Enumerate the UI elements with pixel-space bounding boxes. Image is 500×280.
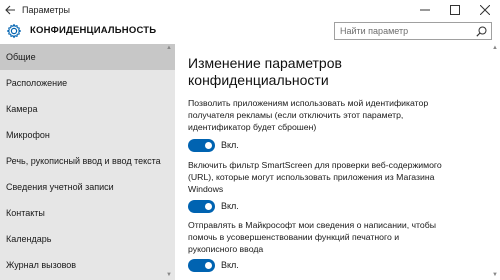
close-icon (480, 5, 490, 15)
sidebar-item-call-history[interactable]: Журнал вызовов (0, 252, 175, 278)
settings-header: КОНФИДЕНЦИАЛЬНОСТЬ (0, 20, 500, 42)
setting-description: Отправлять в Майкрософт мои сведения о н… (188, 220, 436, 254)
toggle-state-label: Вкл. (221, 140, 239, 150)
sidebar-item-general[interactable]: Общие (0, 44, 175, 70)
smartscreen-toggle-row: Вкл. (188, 199, 239, 213)
sidebar-item-label: Расположение (6, 78, 68, 88)
title-bar: Параметры (0, 0, 500, 20)
sidebar-item-label: Календарь (6, 234, 52, 244)
toggle-state-label: Вкл. (221, 260, 239, 270)
sidebar-item-label: Микрофон (6, 130, 50, 140)
gear-icon (6, 23, 22, 39)
minimize-icon (420, 9, 430, 11)
sidebar-item-account-info[interactable]: Сведения учетной записи (0, 174, 175, 200)
sidebar-item-label: Камера (6, 104, 38, 114)
scroll-down-arrow-icon[interactable]: ▼ (492, 272, 498, 278)
toggle-state-label: Вкл. (221, 201, 239, 211)
scroll-down-arrow-icon[interactable]: ▼ (166, 272, 172, 278)
sidebar-item-camera[interactable]: Камера (0, 96, 175, 122)
maximize-icon (450, 5, 460, 15)
search-icon[interactable] (476, 26, 487, 37)
sidebar-item-contacts[interactable]: Контакты (0, 200, 175, 226)
toggle-knob (205, 202, 212, 210)
sidebar-item-calendar[interactable]: Календарь (0, 226, 175, 252)
typing-info-toggle-row: Вкл. (188, 258, 239, 272)
main-content: Изменение параметров конфиденциальности … (175, 44, 500, 280)
window-controls (410, 0, 500, 20)
search-box[interactable] (334, 22, 492, 40)
setting-description: Позволить приложениям использовать мой и… (188, 98, 429, 132)
page-title: Изменение параметров конфиденциальности (188, 55, 342, 88)
sidebar-item-label: Речь, рукописный ввод и ввод текста (6, 156, 161, 166)
sidebar-item-label: Контакты (6, 208, 45, 218)
advertising-id-toggle[interactable] (188, 138, 215, 152)
sidebar-item-label: Сведения учетной записи (6, 182, 114, 192)
search-input[interactable] (340, 26, 470, 36)
sidebar-item-location[interactable]: Расположение (0, 70, 175, 96)
sidebar-item-label: Журнал вызовов (6, 260, 77, 270)
minimize-button[interactable] (410, 0, 440, 20)
typing-info-toggle[interactable] (188, 258, 215, 272)
smartscreen-toggle[interactable] (188, 199, 215, 213)
sidebar: Общие Расположение Камера Микрофон Речь,… (0, 44, 175, 280)
advertising-id-toggle-row: Вкл. (188, 138, 239, 152)
maximize-button[interactable] (440, 0, 470, 20)
section-title: КОНФИДЕНЦИАЛЬНОСТЬ (30, 25, 157, 36)
window-title: Параметры (22, 5, 70, 15)
scroll-up-arrow-icon[interactable]: ▲ (166, 45, 172, 51)
sidebar-item-label: Общие (6, 52, 36, 62)
setting-description: Включить фильтр SmartScreen для проверки… (188, 160, 442, 194)
toggle-knob (205, 141, 212, 149)
toggle-knob (205, 261, 212, 269)
sidebar-item-speech-inking-typing[interactable]: Речь, рукописный ввод и ввод текста (0, 148, 175, 174)
back-arrow-icon[interactable] (0, 0, 20, 20)
scroll-up-arrow-icon[interactable]: ▲ (492, 45, 498, 51)
close-button[interactable] (470, 0, 500, 20)
sidebar-item-microphone[interactable]: Микрофон (0, 122, 175, 148)
